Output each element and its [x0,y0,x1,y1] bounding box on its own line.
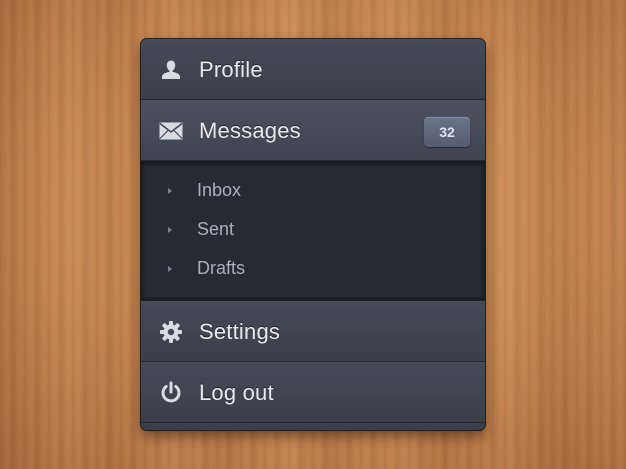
menu-item-messages[interactable]: Messages 32 [141,100,485,161]
power-icon [158,380,184,406]
submenu-item-drafts[interactable]: Drafts [141,249,485,288]
submenu-item-label: Inbox [197,180,242,200]
caret-right-icon [168,226,172,233]
menu-item-profile[interactable]: Profile [141,39,485,100]
nav-menu: Profile Messages 32 Inbox Sent Drafts Se… [141,39,485,430]
submenu-item-inbox[interactable]: Inbox [141,171,485,210]
menu-item-label: Log out [199,379,274,405]
menu-item-label: Messages [199,117,301,143]
menu-item-label: Settings [199,318,281,344]
menu-item-label: Profile [199,56,263,82]
user-icon [158,57,184,83]
menu-item-logout[interactable]: Log out [141,362,485,423]
caret-right-icon [168,265,172,272]
messages-submenu: Inbox Sent Drafts [141,161,485,301]
submenu-item-label: Sent [197,219,235,239]
envelope-icon [158,118,184,144]
menu-item-settings[interactable]: Settings [141,301,485,362]
caret-right-icon [168,187,172,194]
message-count-badge: 32 [424,117,470,147]
submenu-item-label: Drafts [197,258,246,278]
gear-icon [158,319,184,345]
submenu-item-sent[interactable]: Sent [141,210,485,249]
